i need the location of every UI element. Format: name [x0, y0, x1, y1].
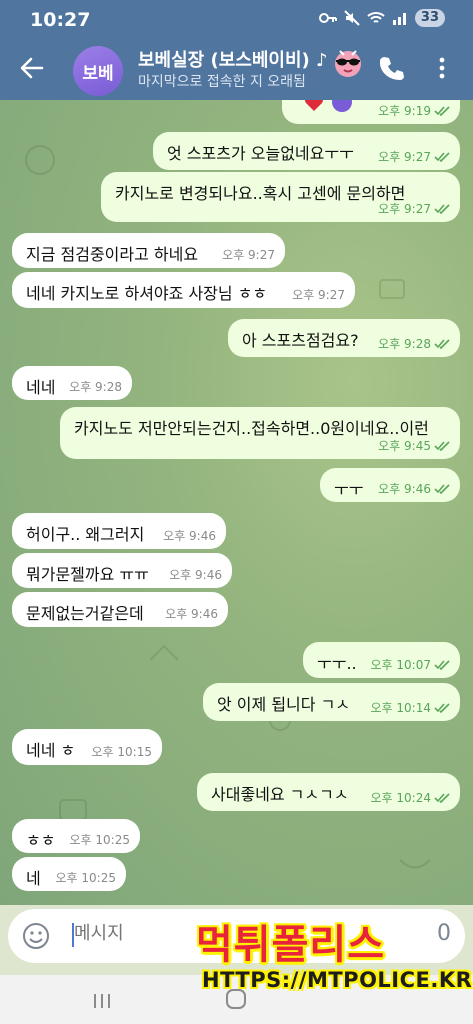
message-bubble-incoming[interactable]: 네네 오후 9:28	[12, 366, 132, 400]
read-check-icon	[434, 703, 450, 713]
last-seen-status: 마지막으로 접속한 지 오래됨	[138, 74, 306, 90]
status-icons: 33	[318, 9, 445, 27]
message-bubble-incoming[interactable]: 뭐가문젤까요 ㅠㅠ 오후 9:46	[12, 553, 232, 588]
read-check-icon	[434, 484, 450, 494]
message-time: 오후 10:07	[371, 656, 450, 673]
message-time: 오후 9:28	[378, 335, 450, 352]
message-time: 오후 9:27	[378, 200, 450, 217]
message-bubble-outgoing[interactable]: 오후 9:19	[282, 100, 460, 124]
read-check-icon	[434, 152, 450, 162]
message-time: 오후 10:25	[55, 871, 116, 885]
message-text: ㅎㅎ	[26, 831, 56, 850]
message-text: 네네	[26, 378, 56, 397]
message-text: 사대좋네요 ㄱㅅㄱㅅ	[211, 785, 349, 804]
message-text: 허이구.. 왜그러지	[26, 525, 145, 544]
message-time: 오후 9:27	[378, 148, 450, 165]
signal-icon	[392, 13, 406, 25]
chat-title[interactable]: 보베실장 (보스베이비) ♪	[138, 46, 338, 72]
read-check-icon	[434, 106, 450, 116]
message-time: 오후 9:46	[169, 568, 222, 582]
message-text: 네네 카지노로 하셔야죠 사장님 ㅎㅎ	[26, 284, 268, 303]
chat-header: 보베 보베실장 (보스베이비) ♪ 마지막으로 접속한 지 오래됨	[0, 40, 473, 100]
key-icon	[318, 13, 337, 23]
message-bubble-incoming[interactable]: 네네 ㅎ 오후 10:15	[12, 729, 162, 765]
message-time: 오후 9:19	[378, 102, 450, 119]
message-time: 오후 10:15	[91, 745, 152, 759]
message-bubble-incoming[interactable]: 지금 점검중이라고 하네요 오후 9:27	[12, 233, 285, 268]
message-time: 오후 10:24	[371, 789, 450, 806]
wifi-icon	[367, 12, 385, 23]
message-bubble-outgoing[interactable]: ㅜㅜ.. 오후 10:07	[303, 642, 460, 678]
clock: 10:27	[30, 9, 91, 31]
message-time: 오후 9:27	[222, 248, 275, 262]
message-bubble-outgoing[interactable]: 앗 이제 됩니다 ㄱㅅ 오후 10:14	[203, 683, 460, 721]
heart-reaction-icon	[305, 100, 323, 111]
message-time: 오후 9:46	[165, 607, 218, 621]
recent-apps-icon[interactable]	[92, 993, 112, 1009]
phone-call-icon[interactable]	[377, 54, 405, 82]
message-text: 뭐가문젤까요 ㅠㅠ	[26, 565, 149, 584]
mute-icon	[344, 10, 360, 26]
message-time: 오후 9:46	[163, 529, 216, 543]
message-bubble-incoming[interactable]: 허이구.. 왜그러지 오후 9:46	[12, 513, 226, 549]
message-text: 지금 점검중이라고 하네요	[26, 245, 199, 264]
message-time: 오후 9:46	[378, 480, 450, 497]
message-text: 앗 이제 됩니다 ㄱㅅ	[217, 695, 351, 714]
read-check-icon	[434, 339, 450, 349]
message-text: ㅜㅜ	[334, 480, 364, 499]
message-time: 오후 9:45	[378, 437, 450, 454]
message-time: 오후 9:28	[69, 380, 122, 394]
message-bubble-outgoing[interactable]: 아 스포츠점검요? 오후 9:28	[228, 319, 460, 357]
message-time: 오후 9:27	[292, 288, 345, 302]
watermark-url: HTTPS://MTPOLICE.KR	[202, 968, 473, 992]
read-check-icon	[434, 660, 450, 670]
message-time: 오후 10:25	[69, 833, 130, 847]
message-bubble-outgoing[interactable]: 사대좋네요 ㄱㅅㄱㅅ 오후 10:24	[197, 773, 460, 811]
message-text: 네네 ㅎ	[26, 741, 76, 760]
emoji-icon[interactable]	[22, 922, 50, 950]
message-time: 오후 10:14	[371, 699, 450, 716]
message-bubble-outgoing[interactable]: ㅜㅜ 오후 9:46	[320, 468, 460, 502]
message-text: 아 스포츠점검요?	[242, 331, 359, 350]
message-text: ㅜㅜ..	[317, 654, 357, 673]
read-check-icon	[434, 441, 450, 451]
back-arrow-icon[interactable]	[18, 54, 46, 82]
message-bubble-incoming[interactable]: 네네 카지노로 하셔야죠 사장님 ㅎㅎ 오후 9:27	[12, 272, 355, 308]
reaction-avatar	[332, 100, 352, 112]
watermark-logo: 먹튀폴리스 HTTPS://MTPOLICE.KR	[196, 912, 472, 1004]
message-bubble-outgoing[interactable]: 카지노도 저만안되는건지..접속하면..0원이네요..이런 오후 9:45	[60, 407, 460, 459]
message-bubble-incoming[interactable]: 네 오후 10:25	[12, 857, 126, 891]
more-options-icon[interactable]	[432, 54, 452, 82]
message-bubble-incoming[interactable]: ㅎㅎ 오후 10:25	[12, 819, 140, 853]
message-bubble-outgoing[interactable]: 카지노로 변경되나요..혹시 고센에 문의하면 오후 9:27	[101, 172, 460, 222]
avatar[interactable]: 보베	[73, 46, 123, 96]
read-check-icon	[434, 204, 450, 214]
message-text: 엇 스포츠가 오늘없네요ㅜㅜ	[167, 144, 354, 163]
read-check-icon	[434, 793, 450, 803]
sunglasses-emoji-icon	[335, 50, 361, 77]
status-bar: 10:27 33	[0, 0, 473, 40]
message-text: 문제없는거같은데	[26, 604, 144, 623]
message-bubble-incoming[interactable]: 문제없는거같은데 오후 9:46	[12, 592, 228, 627]
message-text: 카지노도 저만안되는건지..접속하면..0원이네요..이런	[74, 419, 429, 438]
message-text: 카지노로 변경되나요..혹시 고센에 문의하면	[115, 184, 406, 203]
watermark-title: 먹튀폴리스	[196, 922, 385, 968]
message-list[interactable]: 오후 9:19 엇 스포츠가 오늘없네요ㅜㅜ 오후 9:27 카지노로 변경되나…	[0, 100, 473, 905]
battery-indicator: 33	[414, 9, 445, 27]
message-bubble-outgoing[interactable]: 엇 스포츠가 오늘없네요ㅜㅜ 오후 9:27	[153, 132, 460, 170]
message-text: 네	[26, 869, 41, 888]
avatar-initials: 보베	[82, 63, 114, 84]
